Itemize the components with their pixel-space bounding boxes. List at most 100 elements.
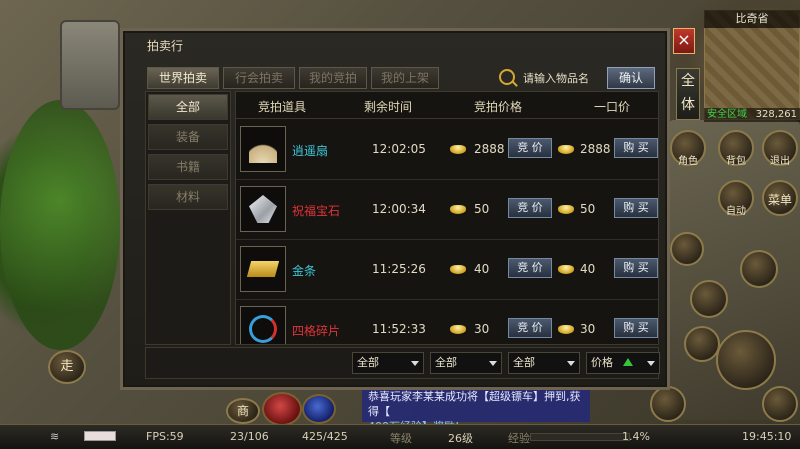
column-header-time: 剩余时间 bbox=[364, 100, 413, 114]
fan-icon bbox=[249, 135, 277, 163]
remaining-time: 12:02:05 bbox=[372, 142, 426, 156]
walk-button[interactable]: 走 bbox=[48, 350, 86, 384]
confirm-button[interactable]: 确认 bbox=[607, 67, 655, 89]
category-books[interactable]: 书籍 bbox=[148, 154, 228, 180]
header-divider bbox=[236, 118, 658, 119]
filter-select-value: 价格 bbox=[591, 356, 613, 369]
gold-bar-icon bbox=[246, 261, 280, 277]
hp-orb bbox=[262, 392, 302, 426]
bid-price: 50 bbox=[474, 202, 490, 216]
gold-ingot-icon bbox=[450, 205, 466, 214]
map-name: 比奇省 bbox=[704, 10, 800, 28]
gold-ingot-icon bbox=[450, 325, 466, 334]
fps-counter: FPS:59 bbox=[146, 430, 184, 443]
map-status: 安全区域 328,261 bbox=[704, 108, 800, 122]
exp-value: 1.4% bbox=[622, 430, 650, 443]
bid-price: 2888 bbox=[474, 142, 505, 156]
skill-slot-1[interactable] bbox=[670, 232, 704, 266]
auction-window: 拍卖行 世界拍卖 行会拍卖 我的竞拍 我的上架 确认 全部 装备 书籍 材料 竞… bbox=[120, 28, 670, 390]
item-slot[interactable] bbox=[240, 126, 286, 172]
gold-ingot-icon bbox=[558, 325, 574, 334]
attack-sword-button[interactable] bbox=[716, 330, 776, 390]
category-all[interactable]: 全部 bbox=[148, 94, 228, 120]
item-slot[interactable] bbox=[240, 246, 286, 292]
sort-up-icon bbox=[623, 358, 633, 366]
remaining-time: 12:00:34 bbox=[372, 202, 426, 216]
skill-slot-5[interactable] bbox=[650, 386, 686, 422]
exit-button[interactable]: 退出 bbox=[762, 130, 798, 167]
game-screen: { "map": { "name": "比奇省", "safe_zone": "… bbox=[0, 0, 800, 449]
stone-pillar-scenery bbox=[60, 20, 120, 110]
chevron-down-icon bbox=[567, 361, 575, 366]
menu-button[interactable]: 菜单 bbox=[762, 180, 798, 216]
bid-price: 40 bbox=[474, 262, 490, 276]
gold-ingot-icon bbox=[558, 145, 574, 154]
character-button[interactable]: 角色 bbox=[670, 130, 706, 167]
buy-button[interactable]: 购 买 bbox=[614, 258, 658, 278]
gold-ingot-icon bbox=[450, 265, 466, 274]
close-button[interactable]: × bbox=[673, 28, 695, 54]
bid-button[interactable]: 竞 价 bbox=[508, 198, 552, 218]
filter-select-value: 全部 bbox=[435, 356, 457, 369]
table-row: 四格碎片 11:52:33 30 竞 价 30 购 买 bbox=[236, 300, 658, 344]
hp-value: 425/425 bbox=[302, 430, 348, 443]
status-bar: ≋ FPS:59 23/106 425/425 等级 26级 经验 1.4% 1… bbox=[0, 424, 800, 449]
shop-button[interactable]: 商 bbox=[226, 398, 260, 424]
category-materials[interactable]: 材料 bbox=[148, 184, 228, 210]
auction-list: 竞拍道具 剩余时间 竞拍价格 一口价 逍遥扇 12:02:05 2888 竞 价… bbox=[235, 91, 659, 345]
skill-slot-4[interactable] bbox=[684, 326, 720, 362]
buy-button[interactable]: 购 买 bbox=[614, 198, 658, 218]
skill-slot-6[interactable] bbox=[762, 386, 798, 422]
clock: 19:45:10 bbox=[742, 430, 792, 443]
buyout-price: 40 bbox=[580, 262, 596, 276]
gold-ingot-icon bbox=[450, 145, 466, 154]
auto-button[interactable]: 自动 bbox=[718, 180, 754, 217]
filter-select-3[interactable]: 全部 bbox=[508, 352, 580, 374]
search-icon[interactable] bbox=[499, 69, 515, 85]
chevron-down-icon bbox=[647, 361, 655, 366]
all-channel-button[interactable]: 全体 bbox=[676, 68, 700, 120]
item-name: 四格碎片 bbox=[292, 324, 341, 338]
table-row: 祝福宝石 12:00:34 50 竞 价 50 购 买 bbox=[236, 180, 658, 240]
filter-bar: 全部 全部 全部 价格 bbox=[145, 347, 660, 379]
sort-price-select[interactable]: 价格 bbox=[586, 352, 660, 374]
buy-button[interactable]: 购 买 bbox=[614, 318, 658, 338]
item-slot[interactable] bbox=[240, 186, 286, 232]
category-panel: 全部 装备 书籍 材料 bbox=[145, 91, 231, 345]
filter-select-2[interactable]: 全部 bbox=[430, 352, 502, 374]
tab-world-auction[interactable]: 世界拍卖 bbox=[147, 67, 219, 89]
window-title: 拍卖行 bbox=[147, 39, 184, 53]
buyout-price: 30 bbox=[580, 322, 596, 336]
chevron-down-icon bbox=[489, 361, 497, 366]
column-header-item: 竞拍道具 bbox=[258, 100, 307, 114]
table-row: 逍遥扇 12:02:05 2888 竞 价 2888 购 买 bbox=[236, 120, 658, 180]
mp-orb bbox=[302, 394, 336, 424]
buyout-price: 2888 bbox=[580, 142, 611, 156]
exp-label: 经验 bbox=[508, 432, 530, 445]
chevron-down-icon bbox=[411, 361, 419, 366]
tree-scenery bbox=[0, 100, 120, 350]
filter-select-1[interactable]: 全部 bbox=[352, 352, 424, 374]
filter-select-value: 全部 bbox=[513, 356, 535, 369]
category-equipment[interactable]: 装备 bbox=[148, 124, 228, 150]
gem-icon bbox=[249, 195, 277, 223]
item-name: 逍遥扇 bbox=[292, 144, 329, 158]
notice-line-1: 恭喜玩家李某某成功将【超级镖车】押到,获得【 bbox=[368, 390, 581, 418]
buy-button[interactable]: 购 买 bbox=[614, 138, 658, 158]
skill-slot-3[interactable] bbox=[690, 280, 728, 318]
system-notice: 恭喜玩家李某某成功将【超级镖车】押到,获得【 400万经验】奖励! bbox=[362, 386, 590, 433]
exp-bar bbox=[530, 433, 630, 441]
item-name: 祝福宝石 bbox=[292, 204, 341, 218]
bid-button[interactable]: 竞 价 bbox=[508, 138, 552, 158]
item-slot[interactable] bbox=[240, 306, 286, 344]
bid-button[interactable]: 竞 价 bbox=[508, 258, 552, 278]
tab-my-bids[interactable]: 我的竞拍 bbox=[299, 67, 367, 89]
bag-button[interactable]: 背包 bbox=[718, 130, 754, 167]
filter-select-value: 全部 bbox=[357, 356, 379, 369]
skill-slot-2[interactable] bbox=[740, 250, 778, 288]
search-input[interactable] bbox=[523, 67, 607, 89]
gold-ingot-icon bbox=[558, 265, 574, 274]
tab-guild-auction[interactable]: 行会拍卖 bbox=[223, 67, 295, 89]
tab-my-listings[interactable]: 我的上架 bbox=[371, 67, 439, 89]
bid-button[interactable]: 竞 价 bbox=[508, 318, 552, 338]
